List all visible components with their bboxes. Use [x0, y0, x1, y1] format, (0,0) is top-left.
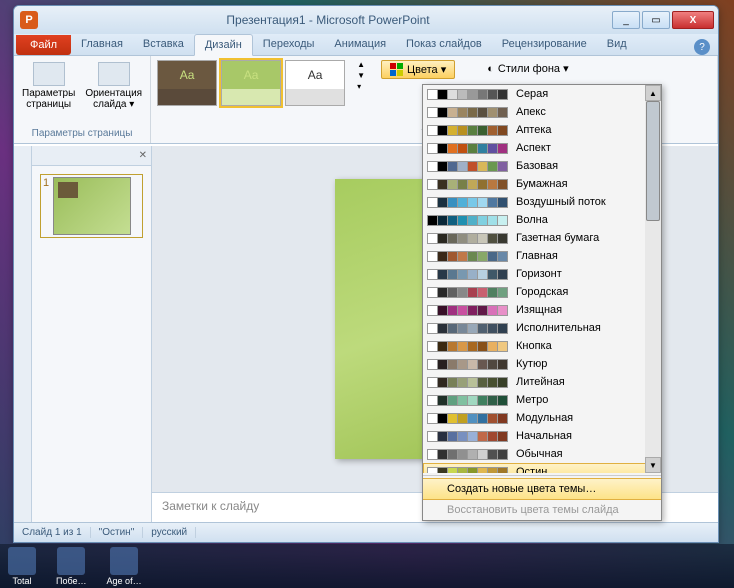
- slide-orientation-button[interactable]: Ориентация слайда ▾: [83, 60, 144, 112]
- view-tabs[interactable]: [14, 146, 32, 522]
- desktop-taskbar: Total Побе… Age of…: [0, 544, 734, 588]
- color-scheme-item[interactable]: Кутюр: [423, 355, 661, 373]
- color-scheme-label: Главная: [516, 250, 558, 262]
- desktop-shortcut[interactable]: Age of…: [107, 547, 142, 586]
- color-scheme-item[interactable]: Начальная: [423, 427, 661, 445]
- gallery-more-icon[interactable]: ▾: [357, 82, 365, 91]
- status-theme-name: "Остин": [91, 527, 144, 538]
- app-icon: P: [20, 11, 38, 29]
- scroll-thumb[interactable]: [646, 101, 660, 221]
- ribbon-tab-рецензирование[interactable]: Рецензирование: [492, 34, 597, 55]
- color-scheme-item[interactable]: Газетная бумага: [423, 229, 661, 247]
- theme-thumbnail[interactable]: Aa: [221, 60, 281, 106]
- slide-thumbnail[interactable]: 1: [40, 174, 143, 238]
- page-params-button[interactable]: Параметры страницы: [20, 60, 77, 112]
- color-scheme-label: Метро: [516, 394, 548, 406]
- help-icon[interactable]: ?: [694, 39, 710, 55]
- page-setup-group: Параметры страницы Ориентация слайда ▾ П…: [14, 56, 151, 143]
- restore-theme-colors-item: Восстановить цвета темы слайда: [423, 500, 661, 520]
- gallery-up-icon[interactable]: ▲: [357, 60, 365, 69]
- color-scheme-label: Серая: [516, 88, 548, 100]
- color-scheme-label: Городская: [516, 286, 568, 298]
- color-scheme-item[interactable]: Исполнительная: [423, 319, 661, 337]
- color-scheme-label: Исполнительная: [516, 322, 601, 334]
- color-scheme-label: Литейная: [516, 376, 565, 388]
- background-styles-button[interactable]: ◐ Стили фона ▾: [481, 60, 574, 77]
- ribbon-tab-дизайн[interactable]: Дизайн: [194, 34, 253, 56]
- color-scheme-item[interactable]: Серая: [423, 85, 661, 103]
- create-theme-colors-item[interactable]: Создать новые цвета темы…: [423, 478, 661, 500]
- color-scheme-item[interactable]: Аспект: [423, 139, 661, 157]
- color-scheme-item[interactable]: Волна: [423, 211, 661, 229]
- color-scheme-label: Газетная бумага: [516, 232, 599, 244]
- color-scheme-item[interactable]: Обычная: [423, 445, 661, 463]
- bg-styles-icon: ◐: [487, 63, 494, 75]
- color-scheme-item[interactable]: Модульная: [423, 409, 661, 427]
- color-scheme-item[interactable]: Городская: [423, 283, 661, 301]
- color-scheme-item[interactable]: Кнопка: [423, 337, 661, 355]
- color-scheme-label: Модульная: [516, 412, 573, 424]
- color-scheme-item[interactable]: Апекс: [423, 103, 661, 121]
- color-scheme-item[interactable]: Аптека: [423, 121, 661, 139]
- color-scheme-label: Бумажная: [516, 178, 568, 190]
- close-button[interactable]: X: [672, 11, 714, 29]
- ribbon-tab-анимация[interactable]: Анимация: [324, 34, 396, 55]
- color-scheme-label: Базовая: [516, 160, 558, 172]
- colors-dropdown: Серая Апекс Аптека Аспект Базовая Бумажная Воз…: [422, 84, 662, 521]
- scroll-down-icon[interactable]: ▼: [645, 457, 661, 473]
- ribbon-tab-главная[interactable]: Главная: [71, 34, 133, 55]
- powerpoint-window: P Презентация1 - Microsoft PowerPoint _ …: [13, 5, 719, 543]
- statusbar: Слайд 1 из 1 "Остин" русский: [14, 522, 718, 542]
- color-scheme-label: Изящная: [516, 304, 562, 316]
- colors-button[interactable]: Цвета ▾: [381, 60, 455, 79]
- color-scheme-item[interactable]: Бумажная: [423, 175, 661, 193]
- ribbon-tabs: Файл ГлавнаяВставкаДизайнПереходыАнимаци…: [14, 34, 718, 56]
- status-language[interactable]: русский: [143, 527, 196, 538]
- color-scheme-label: Апекс: [516, 106, 546, 118]
- file-tab[interactable]: Файл: [16, 35, 71, 55]
- close-panel-icon[interactable]: ✕: [139, 150, 147, 161]
- group-label: Параметры страницы: [20, 128, 144, 139]
- color-scheme-label: Воздушный поток: [516, 196, 606, 208]
- ribbon-tab-вставка[interactable]: Вставка: [133, 34, 194, 55]
- ribbon-tab-показ слайдов[interactable]: Показ слайдов: [396, 34, 492, 55]
- color-scheme-item[interactable]: Главная: [423, 247, 661, 265]
- ribbon-tab-переходы[interactable]: Переходы: [253, 34, 325, 55]
- color-scheme-label: Остин: [516, 466, 547, 473]
- theme-thumbnail[interactable]: Aa: [157, 60, 217, 106]
- minimize-button[interactable]: _: [612, 11, 640, 29]
- color-scheme-label: Обычная: [516, 448, 563, 460]
- color-scheme-item[interactable]: Базовая: [423, 157, 661, 175]
- slide-preview: [53, 177, 131, 235]
- color-scheme-item[interactable]: Воздушный поток: [423, 193, 661, 211]
- color-scheme-item[interactable]: Изящная: [423, 301, 661, 319]
- titlebar: P Презентация1 - Microsoft PowerPoint _ …: [14, 6, 718, 34]
- gallery-down-icon[interactable]: ▼: [357, 71, 365, 80]
- color-scheme-label: Аспект: [516, 142, 551, 154]
- dropdown-scrollbar[interactable]: ▲ ▼: [645, 85, 661, 473]
- scroll-up-icon[interactable]: ▲: [645, 85, 661, 101]
- themes-gallery: AaAaAa: [157, 60, 345, 106]
- slide-number: 1: [43, 177, 49, 235]
- color-scheme-label: Горизонт: [516, 268, 562, 280]
- desktop-shortcut[interactable]: Побе…: [56, 547, 87, 586]
- window-title: Презентация1 - Microsoft PowerPoint: [44, 13, 612, 27]
- status-slide-count: Слайд 1 из 1: [14, 527, 91, 538]
- color-scheme-label: Кнопка: [516, 340, 552, 352]
- desktop-shortcut[interactable]: Total: [8, 547, 36, 586]
- thumbnail-panel: ✕ 1: [32, 146, 152, 522]
- color-scheme-label: Кутюр: [516, 358, 547, 370]
- theme-thumbnail[interactable]: Aa: [285, 60, 345, 106]
- maximize-button[interactable]: ▭: [642, 11, 670, 29]
- color-scheme-item[interactable]: Метро: [423, 391, 661, 409]
- color-scheme-item[interactable]: Литейная: [423, 373, 661, 391]
- color-scheme-item[interactable]: Остин: [423, 463, 661, 473]
- color-scheme-label: Начальная: [516, 430, 572, 442]
- ribbon-tab-вид[interactable]: Вид: [597, 34, 637, 55]
- color-scheme-label: Волна: [516, 214, 548, 226]
- color-scheme-item[interactable]: Горизонт: [423, 265, 661, 283]
- color-scheme-label: Аптека: [516, 124, 552, 136]
